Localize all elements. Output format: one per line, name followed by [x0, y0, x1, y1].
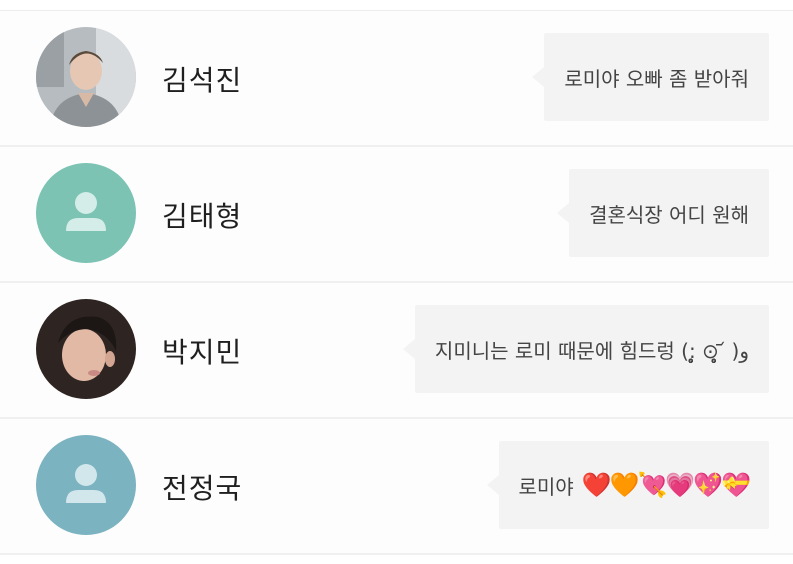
avatar[interactable]: [36, 163, 136, 263]
avatar[interactable]: [36, 27, 136, 127]
message-text: 결혼식장 어디 원해: [589, 202, 749, 227]
avatar[interactable]: [36, 299, 136, 399]
contact-name: 박지민: [162, 336, 243, 369]
profile-photo-icon: [36, 299, 136, 399]
message-text: 로미야: [518, 474, 574, 499]
chat-list: 김석진 로미야 오빠 좀 받아줘 김태형 결혼식장 어디 원해 박지민 지미니는…: [0, 11, 793, 555]
avatar[interactable]: [36, 435, 136, 535]
message-bubble[interactable]: 로미야 ❤️🧡💘💗💖💝: [486, 441, 769, 529]
contact-name: 김석진: [162, 64, 243, 97]
profile-photo-icon: [36, 27, 136, 127]
default-person-icon: [36, 163, 136, 263]
message-bubble[interactable]: 결혼식장 어디 원해: [557, 169, 769, 257]
list-item[interactable]: 김태형 결혼식장 어디 원해: [0, 147, 793, 283]
list-item[interactable]: 박지민 지미니는 로미 때문에 힘드렁 (:̥̥̥̥̥̥̥̥̥̥̥̥̥̥̥̥̥̥…: [0, 283, 793, 419]
message-bubble[interactable]: 로미야 오빠 좀 받아줘: [532, 33, 769, 121]
default-person-icon: [36, 435, 136, 535]
message-text: 로미야 오빠 좀 받아줘: [564, 66, 749, 91]
contact-name: 전정국: [162, 472, 243, 505]
list-item[interactable]: 전정국 로미야 ❤️🧡💘💗💖💝: [0, 419, 793, 555]
message-text: 지미니는 로미 때문에 힘드렁 (:̥̥̥̥̥̥̥̥̥̥̥̥̥̥̥̥̥̥̥̥̥̥…: [434, 338, 749, 363]
list-item[interactable]: 김석진 로미야 오빠 좀 받아줘: [0, 11, 793, 147]
message-bubble[interactable]: 지미니는 로미 때문에 힘드렁 (:̥̥̥̥̥̥̥̥̥̥̥̥̥̥̥̥̥̥̥̥̥̥…: [402, 305, 769, 393]
heart-emoji-icons: ❤️🧡💘💗💖💝: [581, 471, 751, 499]
contact-name: 김태형: [162, 200, 243, 233]
